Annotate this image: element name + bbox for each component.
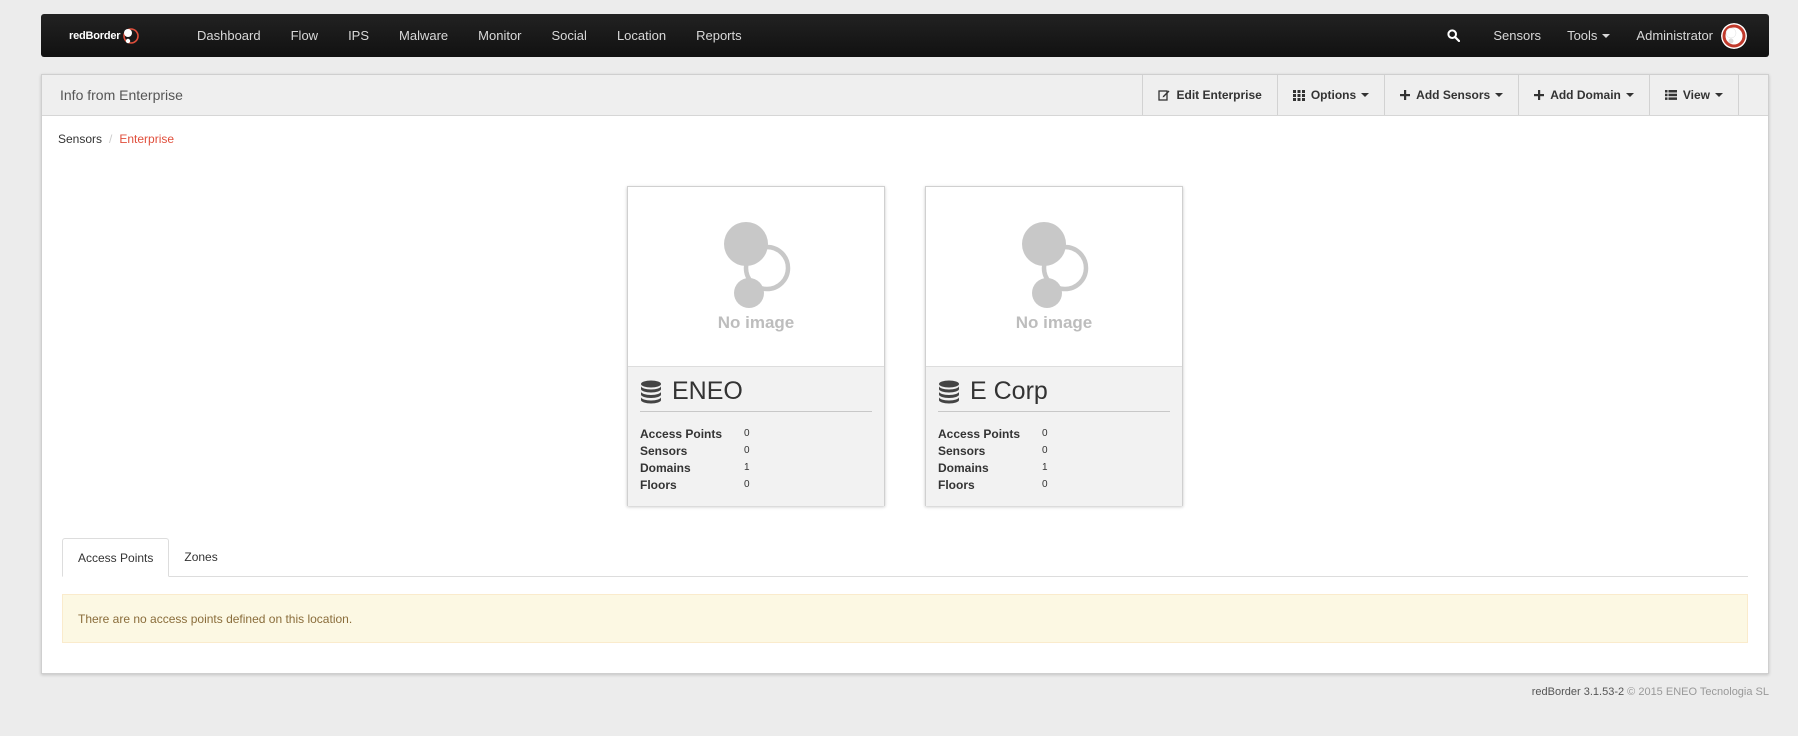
avatar[interactable] xyxy=(1721,22,1747,49)
stat-label: Sensors xyxy=(640,443,688,458)
toolbar-spacer xyxy=(1738,75,1768,115)
nav-social[interactable]: Social xyxy=(537,14,602,57)
chevron-down-icon xyxy=(1715,93,1723,97)
breadcrumb-separator: / xyxy=(109,132,113,146)
add-sensors-label: Add Sensors xyxy=(1416,88,1491,102)
stat-label: Access Points xyxy=(938,426,1021,441)
stat-label: Floors xyxy=(640,477,677,492)
stat-label: Floors xyxy=(938,477,975,492)
domain-card-eneo[interactable]: No image ENEO Access Points 0 Sensors 0 … xyxy=(627,186,885,506)
brand[interactable]: redBorder xyxy=(69,27,182,45)
card-image-placeholder: No image xyxy=(926,187,1182,367)
edit-enterprise-button[interactable]: Edit Enterprise xyxy=(1142,75,1276,115)
plus-icon xyxy=(1400,90,1411,100)
list-icon xyxy=(1664,90,1677,100)
nav-tools-label: Tools xyxy=(1567,28,1598,43)
brand-name: redBorder xyxy=(69,29,121,42)
stat-label: Domains xyxy=(938,460,989,475)
no-image-text: No image xyxy=(1015,312,1093,332)
stat-label: Access Points xyxy=(640,426,723,441)
database-icon xyxy=(939,380,959,403)
card-title: E Corp xyxy=(938,377,1170,412)
nav-monitor[interactable]: Monitor xyxy=(463,14,536,57)
user-name: Administrator xyxy=(1636,28,1713,43)
chevron-down-icon xyxy=(1602,33,1611,38)
tab-access-points[interactable]: Access Points xyxy=(62,538,170,577)
breadcrumb-sensors[interactable]: Sensors xyxy=(58,132,102,146)
no-image-icon xyxy=(724,221,791,308)
nav-location[interactable]: Location xyxy=(602,14,681,57)
stat-row: Access Points 0 xyxy=(938,425,1170,442)
search-icon[interactable] xyxy=(1447,29,1461,42)
edit-icon xyxy=(1158,90,1170,101)
tab-bar: Access Points Zones xyxy=(62,538,1748,577)
tab-zones[interactable]: Zones xyxy=(169,538,232,576)
card-stats: Access Points 0 Sensors 0 Domains 1 Floo… xyxy=(938,425,1170,493)
card-body: E Corp Access Points 0 Sensors 0 Domains… xyxy=(926,367,1182,506)
stat-row: Floors 0 xyxy=(640,476,872,493)
stat-label: Sensors xyxy=(938,443,986,458)
database-icon xyxy=(641,380,661,403)
panel-header: Info from Enterprise Edit Enterprise Opt… xyxy=(42,75,1768,116)
card-title-text: E Corp xyxy=(970,377,1048,405)
stat-value: 0 xyxy=(744,428,750,439)
view-dropdown-button[interactable]: View xyxy=(1648,75,1738,115)
panel-title: Info from Enterprise xyxy=(60,87,183,103)
view-label: View xyxy=(1682,88,1710,102)
stat-value: 0 xyxy=(1042,445,1048,456)
footer-copyright: © 2015 ENEO Tecnologia SL xyxy=(1627,686,1769,698)
chevron-down-icon xyxy=(1625,93,1634,97)
breadcrumb: Sensors / Enterprise xyxy=(58,132,174,146)
stat-value: 0 xyxy=(744,479,750,490)
stat-row: Domains 1 xyxy=(938,459,1170,476)
stat-value: 1 xyxy=(1042,462,1048,473)
nav-flow[interactable]: Flow xyxy=(276,14,333,57)
enterprise-panel: Info from Enterprise Edit Enterprise Opt… xyxy=(41,74,1769,674)
stat-label: Domains xyxy=(640,460,691,475)
stat-value: 0 xyxy=(1042,428,1048,439)
card-title: ENEO xyxy=(640,377,872,412)
stat-value: 0 xyxy=(744,445,750,456)
nav-user-menu[interactable]: Administrator xyxy=(1623,14,1719,57)
add-sensors-dropdown-button[interactable]: Add Sensors xyxy=(1384,75,1518,115)
nav-sensors[interactable]: Sensors xyxy=(1480,14,1554,57)
nav-malware[interactable]: Malware xyxy=(384,14,463,57)
edit-enterprise-label: Edit Enterprise xyxy=(1176,88,1262,102)
breadcrumb-enterprise: Enterprise xyxy=(119,132,175,146)
stat-row: Sensors 0 xyxy=(640,442,872,459)
add-domain-label: Add Domain xyxy=(1550,88,1621,102)
nav-dashboard[interactable]: Dashboard xyxy=(182,14,276,57)
card-body: ENEO Access Points 0 Sensors 0 Domains 1… xyxy=(628,367,884,506)
grid-icon xyxy=(1292,89,1305,101)
brand-logo-icon xyxy=(123,27,140,44)
no-image-text: No image xyxy=(717,312,795,332)
footer-version: redBorder 3.1.53-2 xyxy=(1531,686,1625,698)
stat-row: Sensors 0 xyxy=(938,442,1170,459)
add-domain-dropdown-button[interactable]: Add Domain xyxy=(1518,75,1649,115)
chevron-down-icon xyxy=(1495,93,1504,97)
nav-reports[interactable]: Reports xyxy=(681,14,757,57)
domain-card-ecorp[interactable]: No image E Corp Access Points 0 Sensors xyxy=(925,186,1183,506)
stat-value: 0 xyxy=(1042,479,1048,490)
top-navbar: redBorder Dashboard Flow IPS Malware Mon… xyxy=(41,14,1769,57)
stat-value: 1 xyxy=(744,462,750,473)
plus-icon xyxy=(1534,90,1545,100)
stat-row: Access Points 0 xyxy=(640,425,872,442)
stat-row: Domains 1 xyxy=(640,459,872,476)
options-label: Options xyxy=(1310,88,1357,102)
chevron-down-icon xyxy=(1361,93,1370,97)
empty-access-points-alert: There are no access points defined on th… xyxy=(62,594,1748,643)
nav-ips[interactable]: IPS xyxy=(333,14,384,57)
no-image-icon xyxy=(1022,221,1089,308)
stat-row: Floors 0 xyxy=(938,476,1170,493)
card-stats: Access Points 0 Sensors 0 Domains 1 Floo… xyxy=(640,425,872,493)
footer: redBorder 3.1.53-2 © 2015 ENEO Tecnologi… xyxy=(1532,686,1769,698)
nav-tools-dropdown[interactable]: Tools xyxy=(1554,14,1623,57)
card-title-text: ENEO xyxy=(672,377,743,405)
options-dropdown-button[interactable]: Options xyxy=(1276,75,1384,115)
card-image-placeholder: No image xyxy=(628,187,884,367)
